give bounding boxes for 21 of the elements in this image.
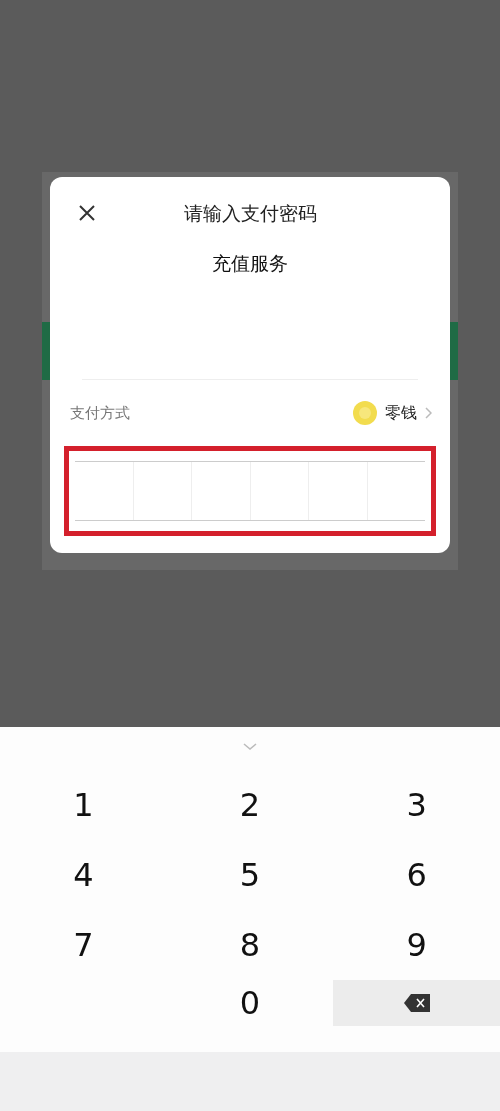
payment-method-label: 支付方式	[70, 402, 130, 424]
dialog-title: 请输入支付密码	[183, 200, 317, 226]
chevron-right-icon[interactable]	[425, 407, 432, 419]
key-button[interactable]: 0	[166, 980, 334, 1026]
backspace-icon	[403, 994, 430, 1012]
key-button[interactable]: 3	[333, 770, 500, 840]
delete-key[interactable]	[333, 980, 500, 1026]
password-field[interactable]	[75, 461, 425, 521]
key-button[interactable]: 5	[166, 840, 334, 910]
payment-method-value[interactable]: 零钱	[385, 401, 417, 425]
chevron-down-icon[interactable]	[243, 743, 257, 751]
key-button[interactable]: 8	[166, 910, 334, 980]
merchant-name: 充值服务	[212, 251, 288, 276]
close-icon[interactable]	[78, 204, 96, 222]
key-button[interactable]: 9	[333, 910, 500, 980]
key-button[interactable]: 1	[0, 770, 167, 840]
key-button[interactable]: 2	[166, 770, 334, 840]
coin-icon	[353, 401, 377, 425]
key-button[interactable]: 7	[0, 910, 167, 980]
key-button[interactable]: 6	[333, 840, 500, 910]
key-button[interactable]: 4	[0, 840, 167, 910]
